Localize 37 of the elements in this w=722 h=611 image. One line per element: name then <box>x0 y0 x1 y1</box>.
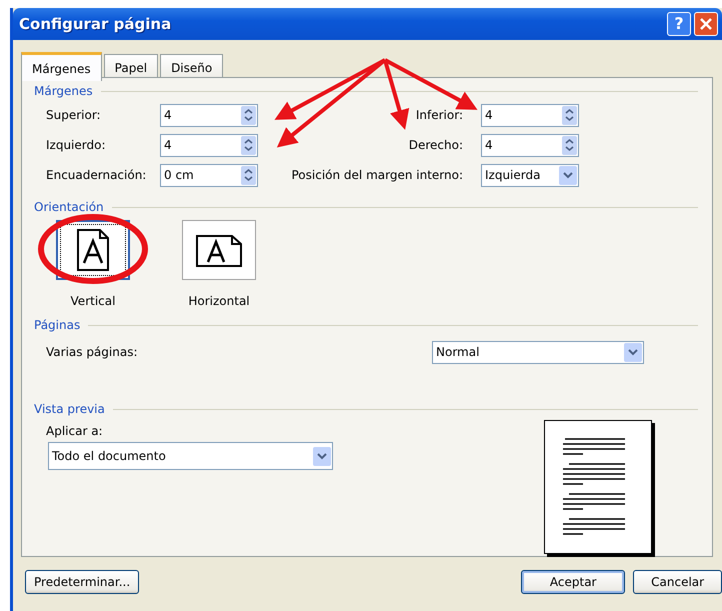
dropdown[interactable]: Izquierda <box>481 164 579 186</box>
spin-arrows-icon[interactable] <box>241 166 256 184</box>
spin-field[interactable]: 4 <box>481 134 579 156</box>
option-label: Vertical <box>70 293 116 310</box>
help-button[interactable]: ? <box>667 12 691 36</box>
field-label: Varias páginas: <box>45 344 138 361</box>
field-label: Posición del margen interno: <box>291 167 463 184</box>
dialog-button[interactable]: Cancelar <box>633 570 722 594</box>
field-label: Superior: <box>45 107 102 124</box>
spin-arrows-icon[interactable] <box>241 136 256 154</box>
group-legend: Páginas <box>34 316 80 334</box>
page-icon <box>75 227 111 273</box>
apply-to-dropdown[interactable]: Todo el documento <box>48 442 333 470</box>
orientation-button[interactable] <box>182 220 256 280</box>
tab[interactable]: Márgenes <box>21 52 102 81</box>
group-legend: Vista previa <box>34 400 105 418</box>
spin-arrows-icon[interactable] <box>562 106 577 124</box>
close-icon <box>700 18 712 30</box>
spin-field[interactable]: 4 <box>160 134 258 156</box>
ok-button[interactable]: Aceptar <box>521 570 626 594</box>
field-label: Encuadernación: <box>45 167 148 184</box>
spin-arrows-icon[interactable] <box>562 136 577 154</box>
window-title: Configurar página <box>19 14 172 35</box>
spin-field[interactable]: 4 <box>160 104 258 126</box>
spin-field[interactable]: 4 <box>481 104 579 126</box>
spin-arrows-icon[interactable] <box>241 106 256 124</box>
spin-field[interactable]: 0 cm <box>160 164 258 186</box>
field-label: Izquierdo: <box>45 137 107 154</box>
pages-dropdown[interactable]: Normal <box>432 340 644 364</box>
field-label: Aplicar a: <box>45 423 104 440</box>
group-legend: Márgenes <box>34 82 93 100</box>
option-label: Horizontal <box>188 293 250 310</box>
close-button[interactable] <box>694 12 718 36</box>
field-label: Inferior: <box>416 107 463 124</box>
field-label: Derecho: <box>408 137 463 154</box>
dialog-button[interactable]: Predeterminar... <box>25 570 140 594</box>
group-legend: Orientación <box>34 198 104 216</box>
